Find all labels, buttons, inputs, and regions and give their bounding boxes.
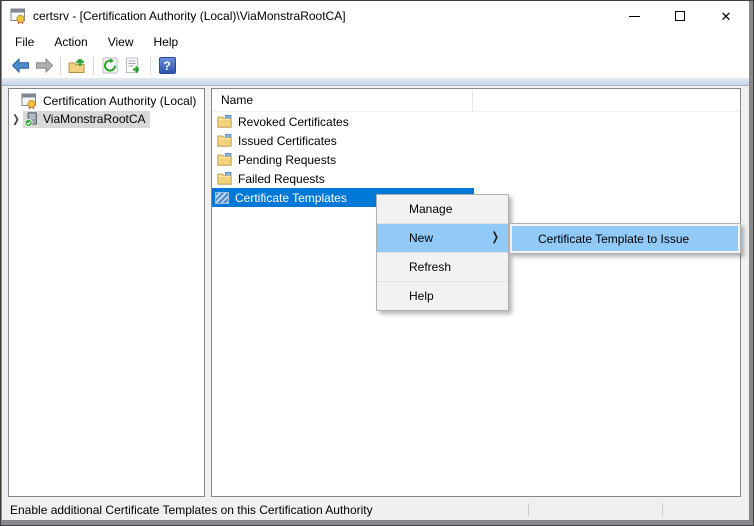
status-text: Enable additional Certificate Templates … (10, 503, 373, 517)
refresh-icon (101, 57, 119, 74)
folder-icon (217, 172, 232, 185)
titlebar[interactable]: certsrv - [Certification Authority (Loca… (2, 1, 749, 31)
chevron-right-icon[interactable]: ❯ (9, 112, 23, 125)
folder-icon (217, 115, 232, 128)
toolbar-divider-band (2, 78, 749, 86)
menu-view[interactable]: View (98, 32, 144, 52)
window-controls: ✕ (611, 1, 749, 31)
tree-selection-highlight: ViaMonstraRootCA (23, 111, 150, 128)
list-item-revoked-certificates[interactable]: Revoked Certificates (212, 112, 740, 131)
tree-item-label: Certification Authority (Local) (43, 94, 196, 108)
certificate-templates-icon (215, 192, 229, 204)
tree-item-certification-authority[interactable]: Certification Authority (Local) (9, 92, 204, 110)
toolbar-separator (60, 57, 61, 75)
tree-item-viamonstrarootca[interactable]: ❯ ViaMonstraRo (9, 110, 204, 128)
folder-icon (217, 134, 232, 147)
context-menu-item-manage[interactable]: Manage (377, 195, 508, 223)
submenu-arrow-icon: ❯ (491, 230, 499, 244)
menubar: File Action View Help (2, 31, 749, 53)
export-list-icon (125, 57, 143, 74)
maximize-icon (675, 11, 685, 21)
list-item-label: Pending Requests (238, 153, 336, 167)
certification-authority-icon (21, 93, 38, 109)
menu-help[interactable]: Help (144, 32, 189, 52)
menu-file[interactable]: File (5, 32, 44, 52)
minimize-icon (629, 16, 640, 17)
statusbar-divider (662, 503, 663, 516)
list-item-label: Failed Requests (238, 172, 325, 186)
forward-button[interactable] (32, 55, 56, 77)
ca-server-icon (24, 112, 39, 127)
tree-item-label: ViaMonstraRootCA (43, 112, 146, 126)
list-item-pending-requests[interactable]: Pending Requests (212, 150, 740, 169)
certsrv-window: certsrv - [Certification Authority (Loca… (0, 0, 754, 526)
close-button[interactable]: ✕ (703, 1, 749, 31)
name-column-header[interactable]: Name (221, 93, 253, 107)
menu-action[interactable]: Action (44, 32, 97, 52)
context-menu-item-help[interactable]: Help (377, 282, 508, 310)
context-menu: Manage New ❯ Refresh Help (376, 194, 509, 311)
help-icon: ? (159, 57, 176, 74)
new-submenu: Certificate Template to Issue (509, 223, 741, 254)
help-button[interactable]: ? (155, 55, 179, 77)
column-divider[interactable] (472, 90, 473, 111)
statusbar: Enable additional Certificate Templates … (2, 499, 749, 520)
folder-icon (217, 153, 232, 166)
forward-icon (35, 58, 54, 73)
back-icon (11, 58, 30, 73)
refresh-button[interactable] (98, 55, 122, 77)
minimize-button[interactable] (611, 1, 657, 31)
close-icon: ✕ (721, 10, 732, 23)
list-item-label: Issued Certificates (238, 134, 337, 148)
list-header: Name (212, 89, 740, 112)
statusbar-divider (528, 503, 529, 516)
list-item-issued-certificates[interactable]: Issued Certificates (212, 131, 740, 150)
context-menu-item-refresh[interactable]: Refresh (377, 253, 508, 281)
list-item-label: Certificate Templates (235, 191, 347, 205)
list-item-failed-requests[interactable]: Failed Requests (212, 169, 740, 188)
console-tree-pane: Certification Authority (Local) ❯ (8, 88, 205, 497)
export-list-button[interactable] (122, 55, 146, 77)
back-button[interactable] (8, 55, 32, 77)
toolbar: ? (2, 53, 749, 78)
submenu-item-certificate-template-to-issue[interactable]: Certificate Template to Issue (512, 226, 738, 251)
list-item-label: Revoked Certificates (238, 115, 349, 129)
show-hide-console-tree-button[interactable] (65, 55, 89, 77)
console-tree-folder-icon (68, 58, 87, 74)
menu-item-label: New (409, 231, 433, 245)
window-title: certsrv - [Certification Authority (Loca… (33, 9, 611, 23)
toolbar-separator (93, 57, 94, 75)
maximize-button[interactable] (657, 1, 703, 31)
app-icon (10, 8, 27, 24)
context-menu-item-new[interactable]: New ❯ (377, 224, 508, 252)
toolbar-separator (150, 57, 151, 75)
